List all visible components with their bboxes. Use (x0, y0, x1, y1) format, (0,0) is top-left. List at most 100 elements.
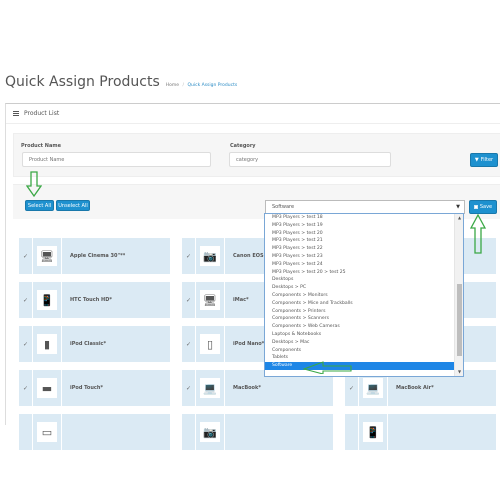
product-card[interactable]: ✓ ▮ iPod Classic* (19, 326, 170, 362)
product-name: iPod Touch* (70, 385, 104, 391)
checkmark-icon: ✓ (185, 340, 192, 348)
product-name: iPod Nano* (233, 341, 265, 347)
product-card[interactable]: 📱 (345, 414, 496, 450)
category-label: Category (230, 143, 256, 149)
ipod-touch-icon: ▬ (37, 378, 57, 398)
chevron-down-icon: ▼ (456, 204, 460, 210)
product-checkbox[interactable] (345, 414, 359, 450)
phone-icon: 📱 (363, 422, 383, 442)
product-checkbox[interactable]: ✓ (19, 370, 33, 406)
monitor-icon: 🖥 (37, 246, 57, 266)
breadcrumb-separator: / (182, 83, 185, 88)
dropdown-option[interactable]: MP3 Players > test 19 (265, 222, 463, 230)
product-card[interactable]: ✓ 📱 HTC Touch HD* (19, 282, 170, 318)
checkmark-icon: ✓ (185, 296, 192, 304)
product-thumb-cell: 🖥 (33, 238, 62, 274)
laptop-icon: 💻 (200, 378, 220, 398)
dropdown-option[interactable]: MP3 Players > test 18 (265, 214, 463, 222)
dropdown-option[interactable]: Components > Monitors (265, 292, 463, 300)
checkmark-icon: ✓ (185, 384, 192, 392)
product-name-label: Product Name (21, 143, 61, 149)
category-dropdown-list[interactable]: MP3 Players > test 18 MP3 Players > test … (264, 213, 464, 377)
scroll-down-icon[interactable]: ▼ (455, 368, 463, 376)
product-thumb-cell: 📱 (359, 414, 388, 450)
unselect-all-button[interactable]: Unselect All (56, 200, 90, 211)
product-icon: ▭ (37, 422, 57, 442)
product-checkbox[interactable]: ✓ (182, 282, 196, 318)
product-checkbox[interactable]: ✓ (19, 282, 33, 318)
product-name-input[interactable] (22, 152, 211, 167)
dropdown-option[interactable]: Software (265, 362, 463, 370)
product-card[interactable]: 📷 (182, 414, 333, 450)
dropdown-option[interactable]: Desktops (265, 276, 463, 284)
camera-icon: 📷 (200, 422, 220, 442)
product-thumb-cell: 📷 (196, 414, 225, 450)
filter-section: Product Name Category ▼ Filter (13, 133, 500, 177)
product-checkbox[interactable] (19, 414, 33, 450)
product-card[interactable]: ✓ 🖥 Apple Cinema 30"** (19, 238, 170, 274)
filter-icon: ▼ (474, 157, 479, 163)
dropdown-option[interactable]: Components > Web Cameras (265, 323, 463, 331)
product-checkbox[interactable]: ✓ (19, 326, 33, 362)
breadcrumb: Home / Quick Assign Products (166, 83, 237, 88)
product-card[interactable]: ▭ (19, 414, 170, 450)
checkmark-icon: ✓ (22, 252, 29, 260)
annotation-arrow-down (26, 171, 42, 197)
dropdown-option[interactable]: MP3 Players > test 20 > test 25 (265, 269, 463, 277)
save-button[interactable]: Save (469, 200, 497, 214)
dropdown-option[interactable]: MP3 Players > test 21 (265, 237, 463, 245)
checkmark-icon: ✓ (348, 384, 355, 392)
product-name: HTC Touch HD* (70, 297, 112, 303)
dropdown-option[interactable]: MP3 Players > test 22 (265, 245, 463, 253)
filter-button[interactable]: ▼ Filter (470, 153, 498, 167)
checkmark-icon: ✓ (22, 296, 29, 304)
product-thumb-cell: ▬ (33, 370, 62, 406)
dropdown-option[interactable]: MP3 Players > test 23 (265, 253, 463, 261)
product-checkbox[interactable]: ✓ (19, 238, 33, 274)
dropdown-option[interactable]: Components > Mice and Trackballs (265, 300, 463, 308)
product-thumb-cell: 💻 (196, 370, 225, 406)
product-checkbox[interactable]: ✓ (182, 238, 196, 274)
breadcrumb-current[interactable]: Quick Assign Products (187, 83, 237, 88)
product-thumb-cell: 🖥 (196, 282, 225, 318)
dropdown-option[interactable]: Tablets (265, 354, 463, 362)
dropdown-option[interactable]: Desktops > PC (265, 284, 463, 292)
product-thumb-cell: ▮ (33, 326, 62, 362)
category-input[interactable] (229, 152, 391, 167)
breadcrumb-home[interactable]: Home (166, 83, 179, 88)
camera-icon: 📷 (200, 246, 220, 266)
dropdown-scrollbar[interactable]: ▲ ▼ (454, 214, 463, 376)
dropdown-scroll-thumb[interactable] (457, 284, 462, 356)
product-checkbox[interactable]: ✓ (182, 370, 196, 406)
dropdown-option[interactable]: MP3 Players > test 20 (265, 230, 463, 238)
product-name: Apple Cinema 30"** (70, 253, 126, 259)
dropdown-option[interactable]: Components (265, 347, 463, 355)
select-all-button[interactable]: Select All (25, 200, 54, 211)
dropdown-option[interactable]: Desktops > Mac (265, 339, 463, 347)
dropdown-option[interactable]: Laptops & Notebooks (265, 331, 463, 339)
page-title: Quick Assign Products (5, 74, 160, 90)
phone-icon: 📱 (37, 290, 57, 310)
dropdown-option[interactable]: Components > Scanners (265, 315, 463, 323)
annotation-arrow-up (470, 214, 486, 254)
product-name: iMac* (233, 297, 249, 303)
product-thumb-cell: ▯ (196, 326, 225, 362)
product-thumb-cell: ▭ (33, 414, 62, 450)
checkmark-icon: ✓ (22, 340, 29, 348)
dropdown-option[interactable]: MP3 Players > test 24 (265, 261, 463, 269)
product-name: iPod Classic* (70, 341, 107, 347)
product-card[interactable]: ✓ ▬ iPod Touch* (19, 370, 170, 406)
product-thumb-cell: 📷 (196, 238, 225, 274)
ipod-classic-icon: ▮ (37, 334, 57, 354)
floppy-disk-icon (473, 205, 478, 209)
product-checkbox[interactable] (182, 414, 196, 450)
dropdown-option[interactable]: Components > Printers (265, 308, 463, 316)
annotation-arrow-left (303, 361, 352, 374)
product-checkbox[interactable]: ✓ (182, 326, 196, 362)
category-select[interactable]: Software ▼ (265, 200, 465, 214)
category-select-value: Software (272, 204, 295, 210)
panel-heading: Product List (6, 104, 500, 124)
product-name: MacBook* (233, 385, 261, 391)
scroll-up-icon[interactable]: ▲ (455, 214, 463, 222)
page-header: Quick Assign Products Home / Quick Assig… (5, 74, 237, 90)
